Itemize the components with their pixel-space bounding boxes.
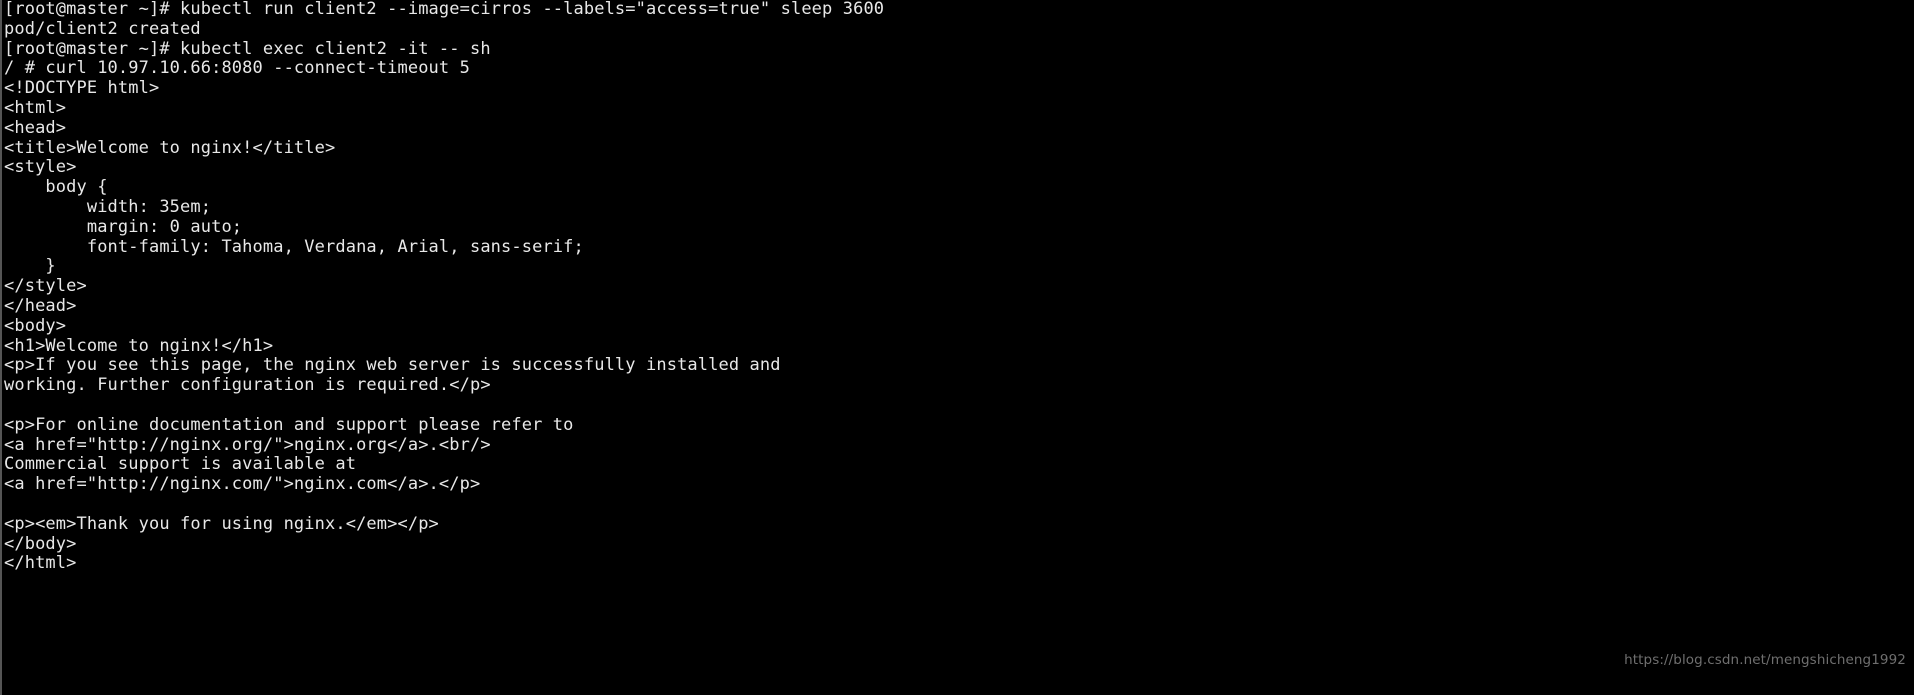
watermark-text: https://blog.csdn.net/mengshicheng1992: [1624, 652, 1906, 668]
terminal-line: width: 35em;: [4, 196, 212, 217]
terminal-line: <style>: [4, 157, 77, 178]
terminal-line: Commercial support is available at: [4, 454, 357, 475]
terminal-line: <html>: [4, 97, 67, 118]
terminal-line: [root@master ~]# kubectl run client2 --i…: [4, 0, 885, 19]
terminal-line: </style>: [4, 276, 87, 297]
terminal-line: <p>For online documentation and support …: [4, 414, 574, 435]
terminal-line: margin: 0 auto;: [4, 216, 243, 237]
terminal-line: </head>: [4, 295, 77, 316]
terminal-left-edge: [0, 0, 2, 695]
terminal-line: font-family: Tahoma, Verdana, Arial, san…: [4, 236, 584, 257]
terminal-output: [root@master ~]# kubectl run client2 --i…: [4, 0, 1904, 574]
terminal-line: </body>: [4, 533, 77, 554]
terminal-line: <body>: [4, 315, 67, 336]
terminal-line: pod/client2 created: [4, 18, 201, 39]
terminal-line: [root@master ~]# kubectl exec client2 -i…: [4, 38, 491, 59]
terminal-window[interactable]: [root@master ~]# kubectl run client2 --i…: [0, 0, 1914, 695]
terminal-line: <p>If you see this page, the nginx web s…: [4, 355, 781, 376]
terminal-line: <head>: [4, 117, 67, 138]
terminal-line: working. Further configuration is requir…: [4, 375, 491, 396]
terminal-line: <p><em>Thank you for using nginx.</em></…: [4, 513, 439, 534]
terminal-line: <title>Welcome to nginx!</title>: [4, 137, 336, 158]
terminal-line: <a href="http://nginx.com/">nginx.com</a…: [4, 474, 481, 495]
terminal-line: <!DOCTYPE html>: [4, 78, 160, 99]
terminal-line: <h1>Welcome to nginx!</h1>: [4, 335, 274, 356]
terminal-line: / # curl 10.97.10.66:8080 --connect-time…: [4, 58, 470, 79]
terminal-line: <a href="http://nginx.org/">nginx.org</a…: [4, 434, 491, 455]
terminal-line: }: [4, 256, 56, 277]
terminal-line: </html>: [4, 553, 77, 574]
terminal-line: body {: [4, 177, 108, 198]
